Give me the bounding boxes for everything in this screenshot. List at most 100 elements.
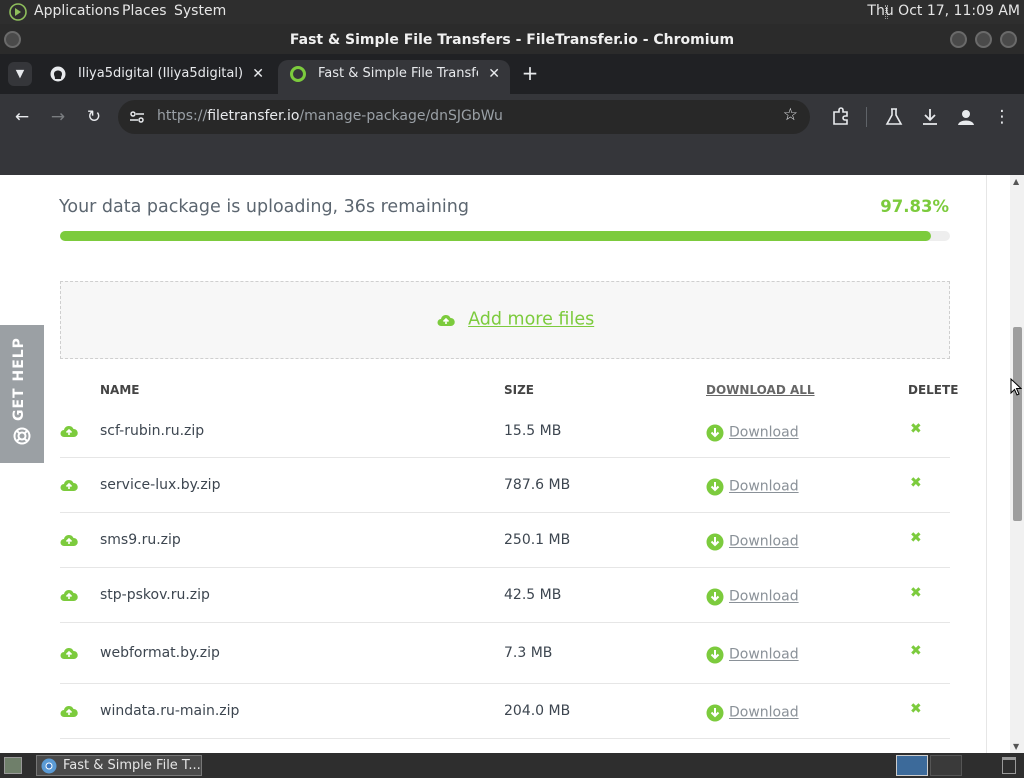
profile-icon[interactable] <box>955 106 977 128</box>
linux-mint-menu-icon[interactable] <box>9 3 27 21</box>
menu-places[interactable]: Places <box>122 3 167 19</box>
delete-icon[interactable]: ✖ <box>910 475 922 491</box>
download-all-link[interactable]: DOWNLOAD ALL <box>706 383 815 397</box>
download-circle-icon <box>706 478 724 495</box>
get-help-label: GET HELP <box>11 337 27 421</box>
taskbar: Fast & Simple File T... <box>0 753 1024 778</box>
delete-icon[interactable]: ✖ <box>910 701 922 717</box>
add-files-dropzone[interactable]: Add more files <box>60 281 950 359</box>
maximize-button[interactable] <box>975 31 992 48</box>
close-window-button[interactable] <box>1000 31 1017 48</box>
download-link[interactable]: Download <box>706 422 799 442</box>
upload-status: Your data package is uploading, 36s rema… <box>59 197 469 217</box>
download-icon[interactable] <box>919 106 941 128</box>
scrollbar-thumb[interactable] <box>1013 327 1022 521</box>
chromium-icon <box>41 758 57 774</box>
download-label: Download <box>729 588 799 605</box>
back-arrow-icon[interactable]: ← <box>11 106 33 128</box>
menu-applications[interactable]: Applications <box>34 3 120 19</box>
file-size: 42.5 MB <box>504 587 562 603</box>
github-icon <box>50 66 66 82</box>
file-row: sms9.ru.zip 250.1 MB Download ✖ <box>60 513 950 568</box>
url-path: /manage-package/dnSJGbWu <box>299 108 503 124</box>
download-link[interactable]: Download <box>706 702 799 722</box>
minimize-button[interactable] <box>950 31 967 48</box>
workspace-2[interactable] <box>930 755 962 776</box>
window-title-bar: Fast & Simple File Transfers - FileTrans… <box>0 24 1024 54</box>
reload-icon[interactable]: ↻ <box>83 106 105 128</box>
bookmark-bar <box>0 140 1024 175</box>
file-name: service-lux.by.zip <box>100 477 221 493</box>
scroll-down-arrow-icon[interactable]: ▼ <box>1013 742 1019 751</box>
delete-icon[interactable]: ✖ <box>910 585 922 601</box>
new-tab-button[interactable]: + <box>518 61 542 85</box>
extensions-icon[interactable] <box>830 106 852 128</box>
download-link[interactable]: Download <box>706 586 799 606</box>
lifebuoy-icon <box>13 427 31 445</box>
download-link[interactable]: Download <box>706 531 799 551</box>
labs-flask-icon[interactable] <box>883 106 905 128</box>
tab-close-icon[interactable]: ✕ <box>488 60 500 88</box>
window-menu-button[interactable] <box>4 31 21 48</box>
delete-icon[interactable]: ✖ <box>910 530 922 546</box>
workspace-1[interactable] <box>896 755 928 776</box>
get-help-tab[interactable]: GET HELP <box>0 325 44 463</box>
address-bar[interactable]: https://filetransfer.io/manage-package/d… <box>118 100 810 134</box>
menu-system[interactable]: System <box>174 3 226 19</box>
download-circle-icon <box>706 533 724 550</box>
page-content: Your data package is uploading, 36s rema… <box>0 175 1010 753</box>
cloud-upload-icon <box>60 479 78 491</box>
delete-icon[interactable]: ✖ <box>910 421 922 437</box>
filetransfer-icon <box>290 66 306 82</box>
upload-progress-bar <box>60 231 950 241</box>
file-name: windata.ru-main.zip <box>100 703 240 719</box>
file-name: stp-pskov.ru.zip <box>100 587 210 603</box>
site-settings-icon[interactable] <box>128 108 146 126</box>
download-circle-icon <box>706 704 724 721</box>
file-row: windata.ru-main.zip 204.0 MB Download ✖ <box>60 684 950 739</box>
file-size: 250.1 MB <box>504 532 571 548</box>
url-text[interactable]: https://filetransfer.io/manage-package/d… <box>157 108 503 124</box>
chevron-down-icon: ▼ <box>15 67 25 80</box>
show-desktop-icon[interactable] <box>4 757 22 774</box>
upload-progress-fill <box>60 231 931 241</box>
download-label: Download <box>729 533 799 550</box>
clock[interactable]: Thu Oct 17, 11:09 AM <box>867 3 1020 19</box>
toolbar-separator <box>866 107 867 127</box>
tab-close-icon[interactable]: ✕ <box>252 60 264 88</box>
kebab-menu-icon[interactable]: ⋮ <box>991 106 1013 128</box>
download-circle-icon <box>706 646 724 663</box>
cloud-upload-icon <box>60 705 78 717</box>
cloud-upload-icon <box>437 314 455 326</box>
download-link[interactable]: Download <box>706 644 799 664</box>
tab-strip: ▼ Iliya5digital (Iliya5digital) / Re ✕ F… <box>0 54 1024 94</box>
page-scrollbar[interactable]: ▲ ▼ <box>1010 175 1024 753</box>
tab-github[interactable]: Iliya5digital (Iliya5digital) / Re ✕ <box>38 60 274 94</box>
tab-filetransfer[interactable]: Fast & Simple File Transfers ✕ <box>278 60 510 94</box>
window-title: Fast & Simple File Transfers - FileTrans… <box>289 32 735 48</box>
cloud-upload-icon <box>60 425 78 437</box>
scroll-up-arrow-icon[interactable]: ▲ <box>1013 177 1019 186</box>
file-size: 204.0 MB <box>504 703 571 719</box>
file-name: sms9.ru.zip <box>100 532 181 548</box>
download-label: Download <box>729 646 799 663</box>
download-link[interactable]: Download <box>706 476 799 496</box>
delete-icon[interactable]: ✖ <box>910 643 922 659</box>
column-header-name: NAME <box>100 383 140 397</box>
file-row: stp-pskov.ru.zip 42.5 MB Download ✖ <box>60 568 950 623</box>
upload-percent: 97.83% <box>880 197 949 216</box>
plus-icon: + <box>521 61 539 85</box>
taskbar-chromium-window[interactable]: Fast & Simple File T... <box>36 755 202 776</box>
tab-search-button[interactable]: ▼ <box>8 62 32 86</box>
tab-label: Fast & Simple File Transfers <box>318 66 478 81</box>
mouse-cursor-icon <box>1010 378 1022 396</box>
download-label: Download <box>729 478 799 495</box>
forward-arrow-icon[interactable]: → <box>47 106 69 128</box>
download-circle-icon <box>706 424 724 441</box>
add-more-files-link[interactable]: Add more files <box>468 310 594 330</box>
trash-icon[interactable] <box>1002 757 1016 774</box>
add-more-files[interactable]: Add more files <box>437 309 594 330</box>
cloud-upload-icon <box>60 534 78 546</box>
bookmark-star-icon[interactable]: ☆ <box>783 105 798 125</box>
file-row: service-lux.by.zip 787.6 MB Download ✖ <box>60 458 950 513</box>
